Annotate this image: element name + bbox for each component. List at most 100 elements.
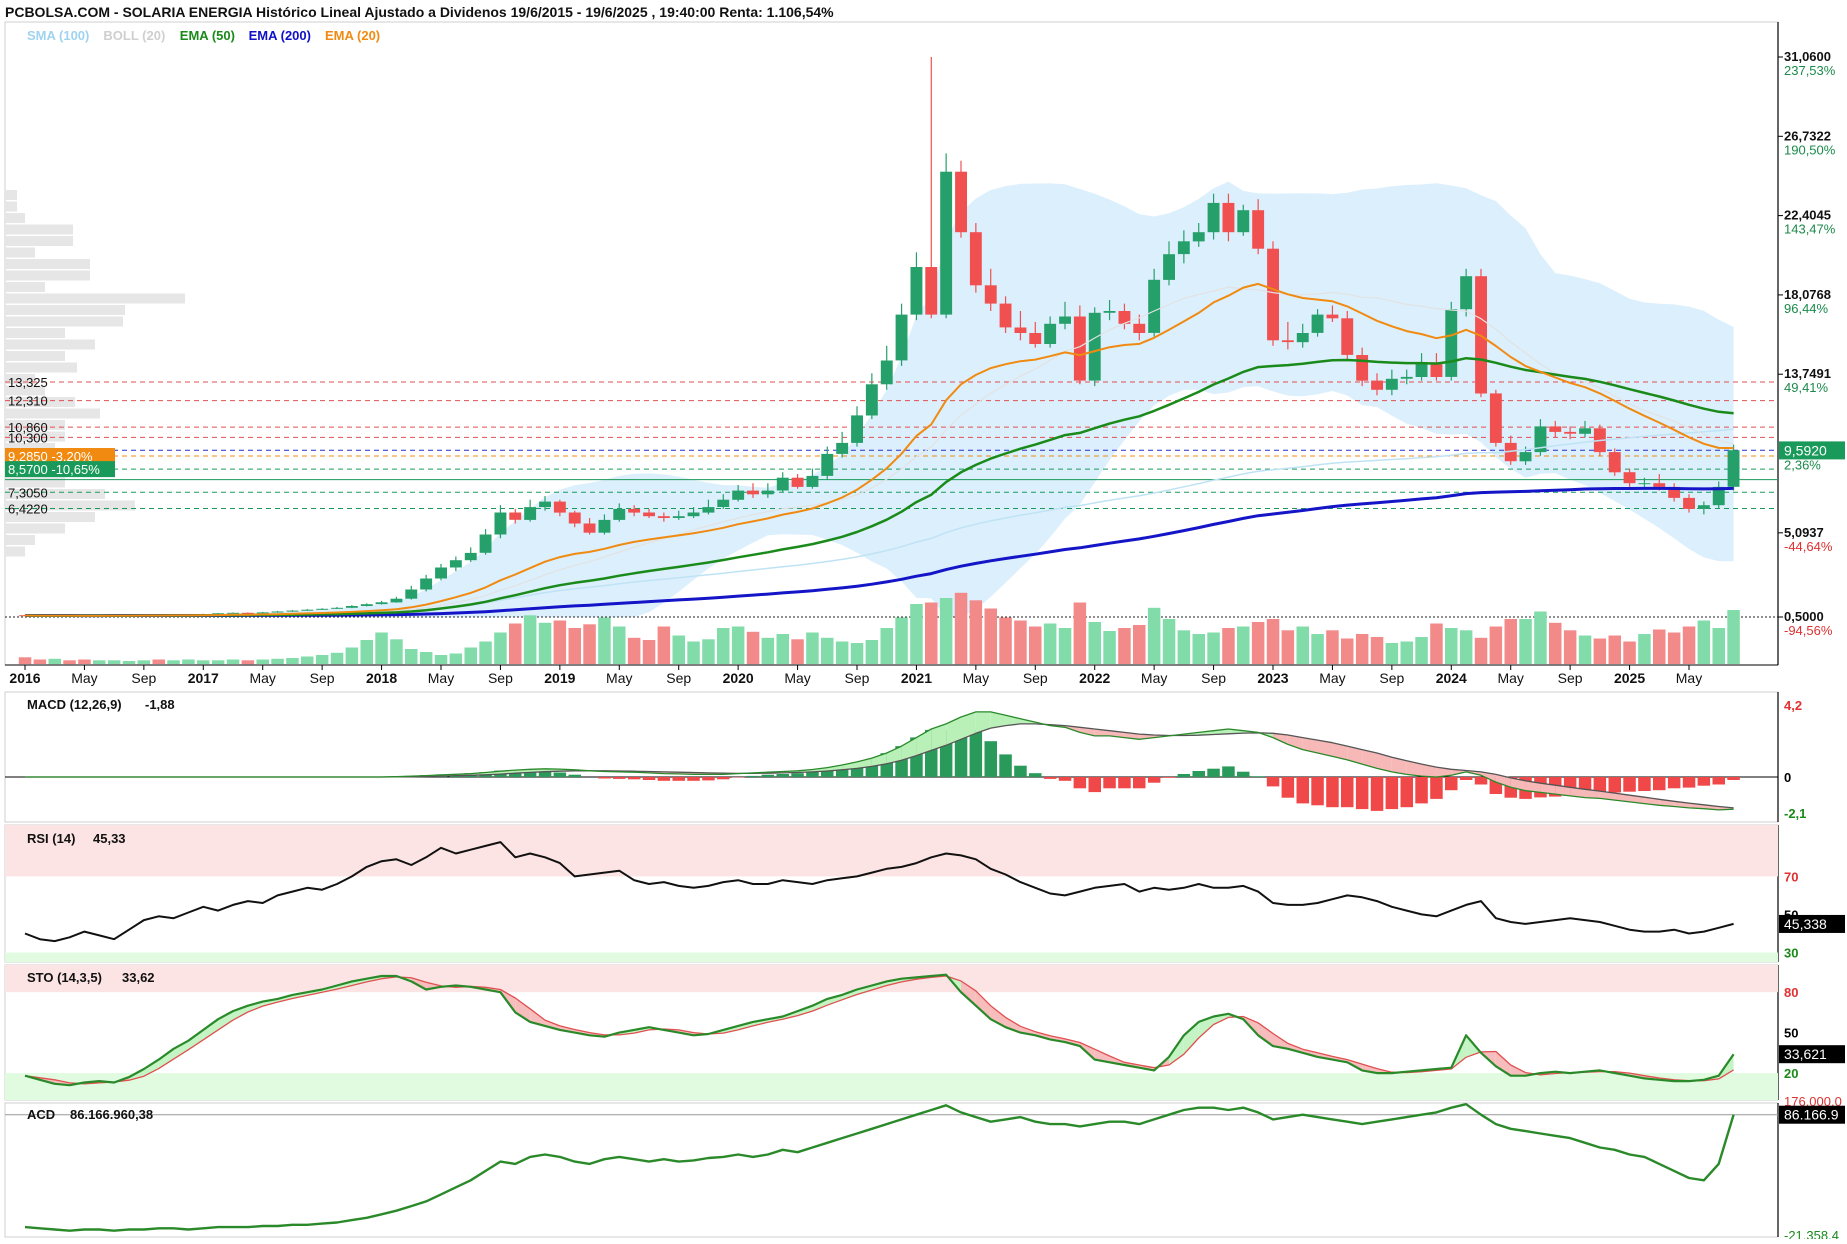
volume-bar bbox=[717, 628, 730, 664]
candle-body bbox=[836, 443, 848, 454]
sto-panel: STO (14,3,5)33,6280502033,621 bbox=[5, 965, 1845, 1100]
macd-histogram-bar bbox=[1207, 769, 1220, 777]
price-tick-label: 5,0937 bbox=[1784, 525, 1824, 540]
volume-bar bbox=[271, 659, 284, 664]
legend-entry: EMA (20) bbox=[325, 28, 380, 43]
volume-bar bbox=[1267, 619, 1280, 664]
macd-histogram-bar bbox=[1653, 777, 1666, 790]
rsi-label: RSI (14) bbox=[27, 831, 75, 846]
volume-bar bbox=[1163, 619, 1176, 664]
volume-bar bbox=[1430, 624, 1443, 665]
macd-histogram-bar bbox=[1371, 777, 1384, 811]
acd-plot bbox=[5, 1104, 1778, 1231]
price-pct-label: 49,41% bbox=[1784, 380, 1829, 395]
macd-panel: MACD (12,26,9)-1,884,20-2,1 bbox=[5, 697, 1806, 821]
candle-body bbox=[881, 361, 893, 385]
chart-root: 31,0600237,53%26,7322190,50%22,4045143,4… bbox=[0, 0, 1847, 1239]
volume-bar bbox=[108, 660, 121, 664]
macd-histogram-bar bbox=[1713, 777, 1726, 785]
volume-bar bbox=[1549, 623, 1562, 664]
candle-body bbox=[688, 513, 700, 517]
x-tick-label: 2024 bbox=[1436, 670, 1467, 686]
volume-bar bbox=[361, 640, 374, 664]
candle-body bbox=[346, 606, 358, 608]
volume-bar bbox=[242, 660, 255, 664]
candle-body bbox=[1267, 249, 1279, 341]
volume-bar bbox=[732, 627, 745, 665]
candle-body bbox=[1683, 498, 1695, 509]
volume-bar bbox=[1683, 627, 1696, 665]
candle-body bbox=[287, 611, 299, 612]
legend: SMA (100)BOLL (20)EMA (50)EMA (200)EMA (… bbox=[27, 28, 380, 43]
price-axis: 31,0600237,53%26,7322190,50%22,4045143,4… bbox=[1778, 49, 1845, 638]
candle-body bbox=[301, 610, 313, 611]
price-tick-label: 18,0768 bbox=[1784, 287, 1831, 302]
candle-body bbox=[524, 507, 536, 520]
volume-profile-bar bbox=[5, 363, 77, 373]
candle-body bbox=[925, 267, 937, 315]
macd-histogram-bar bbox=[1638, 777, 1651, 791]
x-tick-label: 2025 bbox=[1614, 670, 1645, 686]
macd-histogram-bar bbox=[1103, 777, 1116, 788]
candle-body bbox=[1579, 428, 1591, 434]
volume-bar bbox=[1371, 637, 1384, 664]
volume-profile-bar bbox=[5, 190, 17, 200]
x-tick-label: 2019 bbox=[544, 670, 575, 686]
volume-bar bbox=[1668, 633, 1681, 665]
candle-body bbox=[420, 579, 432, 590]
candle-body bbox=[1252, 210, 1264, 249]
candle-body bbox=[1015, 328, 1027, 334]
candle-body bbox=[465, 553, 477, 560]
volume-bar bbox=[1475, 638, 1488, 664]
macd-histogram-bar bbox=[658, 777, 671, 781]
volume-bar bbox=[524, 615, 537, 664]
candle-body bbox=[1639, 483, 1651, 484]
acd-panel: ACD86.166.960,38176.000.0-21.358.486.166… bbox=[5, 1094, 1845, 1239]
volume-bar bbox=[658, 627, 671, 665]
volume-bar bbox=[687, 642, 700, 665]
macd-histogram-bar bbox=[1267, 777, 1280, 786]
candle-body bbox=[1401, 377, 1413, 379]
volume-bar bbox=[1252, 622, 1265, 664]
macd-histogram-bar bbox=[1609, 777, 1622, 793]
x-tick-label: Sep bbox=[310, 670, 335, 686]
rsi-value: 45,33 bbox=[93, 831, 126, 846]
sto-axis-label: 80 bbox=[1784, 985, 1798, 1000]
volume-bar bbox=[1490, 627, 1503, 665]
x-tick-label: Sep bbox=[1023, 670, 1048, 686]
sto-fill bbox=[976, 991, 991, 1019]
volume-bar bbox=[1386, 643, 1399, 664]
price-tick-label: 0,5000 bbox=[1784, 609, 1824, 624]
candle-body bbox=[940, 172, 952, 315]
candle-body bbox=[1193, 232, 1205, 241]
macd-histogram-bar bbox=[1059, 777, 1072, 781]
candle-body bbox=[391, 599, 403, 603]
x-tick-label: May bbox=[1676, 670, 1702, 686]
x-tick-label: May bbox=[1141, 670, 1167, 686]
candle-body bbox=[1653, 483, 1665, 487]
x-tick-label: May bbox=[249, 670, 275, 686]
volume-bar bbox=[390, 639, 403, 664]
candle-body bbox=[851, 415, 863, 443]
candle-body bbox=[911, 267, 923, 315]
candle-body bbox=[495, 513, 507, 535]
macd-histogram-bar bbox=[1727, 777, 1740, 780]
volume-bar bbox=[806, 633, 819, 665]
macd-histogram-bar bbox=[1044, 777, 1057, 779]
sto-label: STO (14,3,5) bbox=[27, 970, 102, 985]
candle-body bbox=[703, 507, 715, 512]
candle-body bbox=[1163, 254, 1175, 280]
volume-bar bbox=[1609, 636, 1622, 665]
macd-histogram-bar bbox=[1445, 777, 1458, 790]
acd-value: 86.166.960,38 bbox=[70, 1107, 153, 1122]
candle-body bbox=[1000, 304, 1012, 328]
volume-bar bbox=[985, 609, 998, 665]
x-tick-label: May bbox=[1497, 670, 1523, 686]
candle-body bbox=[732, 491, 744, 500]
candle-body bbox=[792, 478, 804, 487]
sto-value: 33,62 bbox=[122, 970, 155, 985]
volume-bar bbox=[851, 643, 864, 664]
macd-histogram-bar bbox=[762, 775, 775, 777]
volume-bar bbox=[405, 649, 418, 664]
volume-bar bbox=[286, 658, 299, 664]
